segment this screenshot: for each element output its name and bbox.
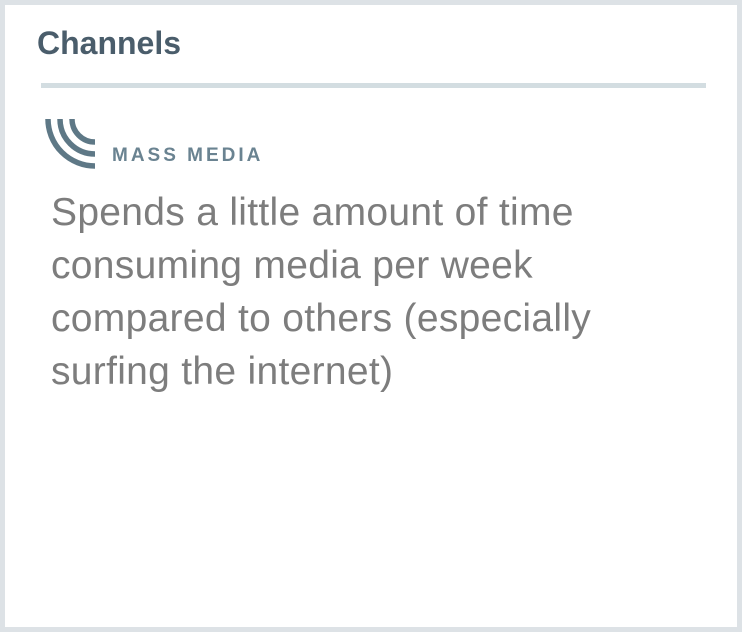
channel-description: Spends a little amount of time consuming… xyxy=(51,191,592,393)
channel-label: MASS MEDIA xyxy=(112,145,264,166)
title-divider xyxy=(41,83,706,88)
card-title: Channels xyxy=(37,25,182,61)
channels-card: Channels MASS MEDIA Spends a little amou… xyxy=(0,0,742,632)
broadcast-waves-icon xyxy=(41,113,97,169)
